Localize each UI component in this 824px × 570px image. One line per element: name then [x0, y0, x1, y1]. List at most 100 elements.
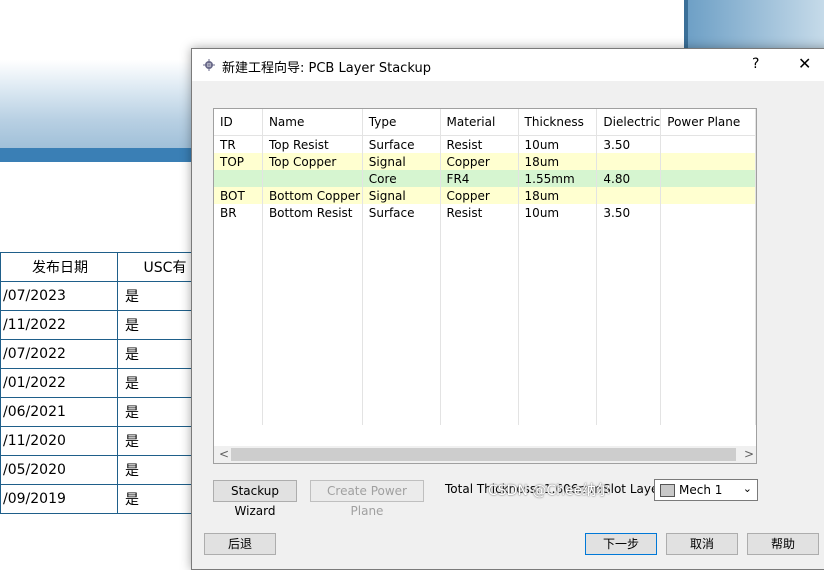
grid-cell: [440, 221, 519, 238]
grid-cell[interactable]: FR4: [440, 170, 519, 187]
grid-cell: [362, 255, 441, 272]
grid-cell[interactable]: Surface: [362, 204, 441, 221]
grid-cell: [362, 306, 441, 323]
grid-cell: [262, 272, 363, 289]
grid-cell[interactable]: [596, 187, 662, 204]
grid-cell[interactable]: Bottom Resist: [262, 204, 363, 221]
background-release-table: 发布日期 USC有/07/2023 是/11/2022 是/07/2022 是/01/2…: [0, 252, 206, 514]
grid-cell[interactable]: [660, 204, 756, 221]
grid-column-header[interactable]: Name: [262, 109, 363, 136]
grid-cell[interactable]: 4.80: [596, 170, 662, 187]
grid-cell[interactable]: 1.55mm: [518, 170, 598, 187]
grid-row[interactable]: TOP Top Copper Signal Copper 18um: [214, 153, 756, 170]
grid-cell[interactable]: Resist: [440, 135, 519, 153]
help-button[interactable]: 帮助: [747, 533, 819, 555]
grid-cell[interactable]: TOP: [214, 153, 263, 170]
grid-row[interactable]: Core FR4 1.55mm 4.80: [214, 170, 756, 187]
grid-cell[interactable]: 3.50: [596, 204, 662, 221]
grid-cell: [518, 357, 598, 374]
grid-cell[interactable]: Bottom Copper: [262, 187, 363, 204]
grid-cell[interactable]: Core: [362, 170, 441, 187]
grid-cell: [362, 289, 441, 306]
grid-cell[interactable]: [262, 170, 363, 187]
grid-cell[interactable]: TR: [214, 135, 263, 153]
table-header-cell: 发布日期: [0, 252, 118, 282]
grid-cell[interactable]: Top Copper: [262, 153, 363, 170]
grid-row[interactable]: TR Top Resist Surface Resist 10um 3.50: [214, 135, 756, 153]
grid-cell[interactable]: Signal: [362, 153, 441, 170]
table-cell: /09/2019: [0, 484, 118, 514]
create-power-plane-button[interactable]: Create Power Plane: [310, 480, 424, 518]
grid-cell: [518, 289, 598, 306]
grid-empty-row: [214, 374, 756, 391]
grid-cell: [440, 238, 519, 255]
grid-cell[interactable]: Signal: [362, 187, 441, 204]
grid-cell[interactable]: [660, 170, 756, 187]
grid-cell: [262, 323, 363, 340]
grid-cell[interactable]: BOT: [214, 187, 263, 204]
layer-stackup-grid[interactable]: ID Name Type Material Thickness Dielectric Pow…: [213, 108, 757, 464]
grid-cell: [518, 238, 598, 255]
grid-cell[interactable]: [596, 153, 662, 170]
app-icon: [203, 59, 215, 71]
grid-cell: [362, 357, 441, 374]
grid-column-header[interactable]: Dielectric: [596, 109, 662, 136]
grid-cell[interactable]: Surface: [362, 135, 441, 153]
grid-cell: [596, 272, 662, 289]
grid-cell: [262, 221, 363, 238]
grid-cell[interactable]: [660, 153, 756, 170]
grid-cell[interactable]: [214, 170, 263, 187]
table-cell: /11/2020: [0, 426, 118, 456]
grid-cell: [596, 357, 662, 374]
grid-cell[interactable]: Top Resist: [262, 135, 363, 153]
help-icon[interactable]: ?: [752, 56, 759, 72]
grid-cell[interactable]: 3.50: [596, 135, 662, 153]
grid-cell: [518, 272, 598, 289]
grid-column-header[interactable]: Thickness: [518, 109, 598, 136]
grid-column-header[interactable]: Material: [440, 109, 519, 136]
grid-cell: [518, 408, 598, 425]
table-cell: /06/2021: [0, 397, 118, 427]
grid-cell[interactable]: [660, 135, 756, 153]
grid-empty-row: [214, 289, 756, 306]
grid-cell: [362, 408, 441, 425]
grid-cell[interactable]: 10um: [518, 204, 598, 221]
grid-cell[interactable]: 18um: [518, 187, 598, 204]
grid-column-header[interactable]: Power Plane: [660, 109, 756, 136]
grid-empty-row: [214, 391, 756, 408]
cancel-button[interactable]: 取消: [666, 533, 738, 555]
back-button[interactable]: 后退: [204, 533, 276, 555]
grid-cell[interactable]: 18um: [518, 153, 598, 170]
grid-cell: [214, 289, 263, 306]
grid-cell: [440, 391, 519, 408]
grid-row[interactable]: BR Bottom Resist Surface Resist 10um 3.50: [214, 204, 756, 221]
scroll-right-icon[interactable]: >: [744, 447, 754, 461]
grid-cell: [214, 238, 263, 255]
grid-cell: [214, 272, 263, 289]
stackup-wizard-button[interactable]: Stackup Wizard: [213, 480, 297, 518]
scrollbar-thumb[interactable]: [231, 448, 736, 461]
grid-cell: [262, 255, 363, 272]
grid-cell[interactable]: Resist: [440, 204, 519, 221]
grid-cell[interactable]: Copper: [440, 153, 519, 170]
grid-cell[interactable]: BR: [214, 204, 263, 221]
next-button[interactable]: 下一步: [585, 533, 657, 555]
close-icon[interactable]: ✕: [798, 54, 811, 73]
grid-header-row: ID Name Type Material Thickness Dielectric Pow…: [214, 109, 756, 136]
grid-cell: [440, 408, 519, 425]
table-cell: /07/2023: [0, 281, 118, 311]
grid-column-header[interactable]: Type: [362, 109, 441, 136]
table-row: /07/2022 是: [0, 339, 206, 369]
grid-cell: [440, 289, 519, 306]
grid-column-header[interactable]: ID: [214, 109, 263, 136]
grid-cell: [440, 255, 519, 272]
grid-cell[interactable]: Copper: [440, 187, 519, 204]
grid-cell[interactable]: [660, 187, 756, 204]
grid-empty-row: [214, 238, 756, 255]
table-row: /07/2023 是: [0, 281, 206, 311]
grid-cell[interactable]: 10um: [518, 135, 598, 153]
grid-row[interactable]: BOT Bottom Copper Signal Copper 18um: [214, 187, 756, 204]
horizontal-scrollbar[interactable]: < >: [214, 446, 756, 463]
slot-layer-select[interactable]: Mech 1 ⌄: [654, 479, 758, 501]
scroll-left-icon[interactable]: <: [219, 447, 229, 461]
